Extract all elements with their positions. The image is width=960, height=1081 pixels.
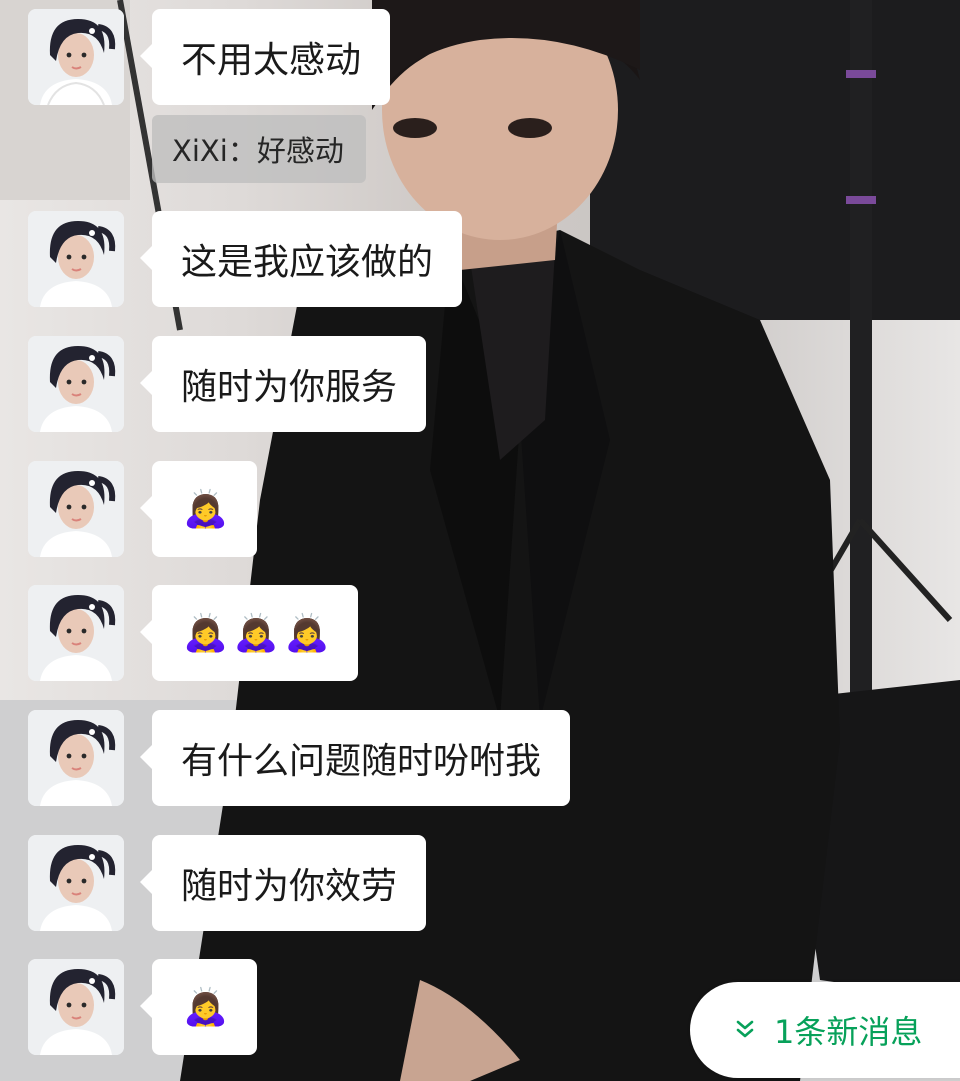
sender-avatar[interactable]	[28, 211, 124, 307]
message-text: 有什么问题随时吩咐我	[181, 741, 542, 782]
message-bubble[interactable]: 随时为你服务	[139, 336, 427, 432]
message-text: 随时为你服务	[181, 367, 398, 408]
sender-avatar[interactable]	[28, 835, 124, 931]
avatar-image	[28, 336, 124, 432]
message-bubble-emoji[interactable]: 🙇‍♀️	[140, 959, 257, 1055]
message-row: 随时为你服务	[28, 336, 728, 432]
sender-avatar[interactable]	[28, 9, 124, 105]
avatar-image	[28, 9, 124, 105]
avatar-image	[28, 959, 124, 1055]
new-message-button[interactable]: 1条新消息	[690, 982, 960, 1078]
bowing-woman-emoji: 🙇‍♀️	[183, 613, 228, 654]
avatar-image	[28, 710, 124, 806]
message-row: 不用太感动	[28, 9, 728, 105]
message-row: 这是我应该做的	[28, 211, 728, 307]
bowing-woman-emoji: 🙇‍♀️	[183, 987, 228, 1028]
message-row: 🙇‍♀️ 🙇‍♀️ 🙇‍♀️	[28, 585, 728, 681]
sender-avatar[interactable]	[28, 710, 124, 806]
avatar-image	[28, 211, 124, 307]
message-bubble[interactable]: 有什么问题随时吩咐我	[139, 710, 571, 806]
chat-message-list[interactable]: 不用太感动 XiXi：好感动 这是我应该做的	[0, 0, 960, 1081]
quoted-message[interactable]: XiXi：好感动	[152, 115, 366, 183]
message-text: 不用太感动	[181, 40, 362, 81]
bowing-woman-emoji: 🙇‍♀️	[233, 613, 279, 654]
sender-avatar[interactable]	[28, 959, 124, 1055]
new-message-label: 1条新消息	[774, 1013, 923, 1051]
message-row: 🙇‍♀️	[28, 461, 728, 557]
sender-avatar[interactable]	[28, 585, 124, 681]
message-text: 随时为你效劳	[181, 866, 398, 907]
avatar-image	[28, 835, 124, 931]
double-chevron-down-icon	[736, 1020, 754, 1038]
quoted-message-text: XiXi：好感动	[172, 134, 344, 168]
avatar-image	[28, 461, 124, 557]
message-bubble-emoji[interactable]: 🙇‍♀️ 🙇‍♀️ 🙇‍♀️	[139, 585, 359, 681]
sender-avatar[interactable]	[28, 336, 124, 432]
message-bubble[interactable]: 这是我应该做的	[139, 211, 463, 307]
bowing-woman-emoji: 🙇‍♀️	[183, 489, 228, 530]
bowing-woman-emoji: 🙇‍♀️	[284, 613, 330, 654]
message-row: 随时为你效劳	[28, 835, 728, 931]
avatar-image	[28, 585, 124, 681]
message-row: 🙇‍♀️	[28, 959, 728, 1055]
message-bubble[interactable]: 随时为你效劳	[139, 835, 427, 931]
sender-avatar[interactable]	[28, 461, 124, 557]
message-row: 有什么问题随时吩咐我	[28, 710, 728, 806]
message-bubble-emoji[interactable]: 🙇‍♀️	[140, 461, 257, 557]
message-bubble[interactable]: 不用太感动	[139, 9, 391, 105]
message-text: 这是我应该做的	[181, 242, 434, 283]
